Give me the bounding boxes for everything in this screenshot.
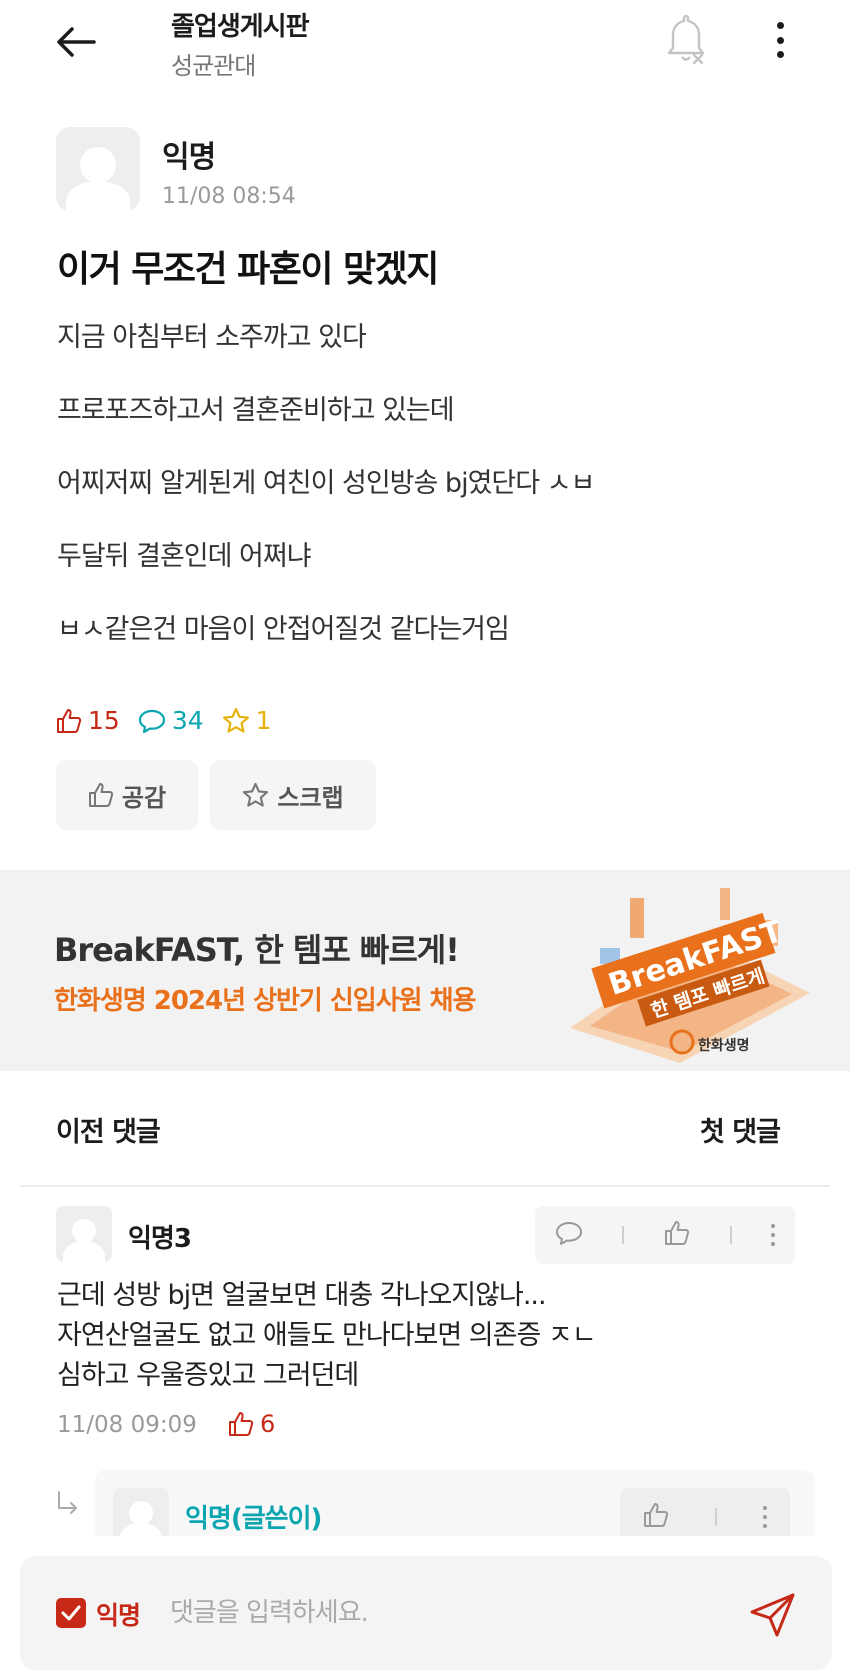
like-count-value: 15 bbox=[88, 706, 120, 735]
reply-arrow-icon bbox=[58, 1491, 77, 1514]
like-button[interactable]: 공감 bbox=[56, 760, 198, 830]
reply-like-button[interactable] bbox=[643, 1502, 669, 1532]
post-body-line: ㅂㅅ같은건 마음이 안접어질것 같다는거임 bbox=[57, 614, 510, 645]
separator bbox=[729, 1226, 732, 1244]
ad-brand-name: 한화생명 bbox=[698, 1037, 750, 1054]
ad-banner[interactable]: BreakFAST, 한 템포 빠르게! 한화생명 2024년 상반기 신입사원… bbox=[0, 870, 850, 1071]
scrap-count-value: 1 bbox=[255, 706, 272, 735]
send-icon bbox=[750, 1593, 795, 1637]
notification-toggle-button[interactable] bbox=[664, 14, 710, 66]
comment-count-value: 34 bbox=[171, 706, 204, 735]
separator bbox=[715, 1508, 717, 1526]
scrap-button-label: 스크랩 bbox=[277, 783, 344, 812]
reply-actions bbox=[620, 1488, 790, 1536]
post-author-name: 익명 bbox=[162, 140, 216, 175]
reply-author-avatar bbox=[113, 1488, 169, 1536]
comment-like-value: 6 bbox=[260, 1410, 276, 1438]
comment-input[interactable] bbox=[170, 1586, 730, 1640]
post-body-line: 프로포즈하고서 결혼준비하고 있는데 bbox=[57, 395, 455, 426]
thumbs-up-icon bbox=[57, 708, 82, 733]
comment-body-line: 자연산얼굴도 없고 애들도 만나다보면 의존증 ㅈㄴ bbox=[57, 1320, 597, 1351]
reply-author-name: 익명(글쓴이) bbox=[185, 1504, 322, 1534]
ad-headline: BreakFAST, 한 템포 빠르게! bbox=[54, 931, 460, 969]
anonymous-checkbox[interactable] bbox=[56, 1598, 86, 1628]
thumbs-up-icon bbox=[229, 1412, 254, 1436]
first-comment-link[interactable]: 첫 댓글 bbox=[700, 1110, 781, 1149]
more-vertical-icon bbox=[763, 1506, 767, 1510]
thumbs-up-icon bbox=[664, 1221, 690, 1245]
more-vertical-icon bbox=[776, 22, 784, 29]
send-button[interactable] bbox=[748, 1590, 798, 1640]
like-count: 15 bbox=[56, 706, 120, 735]
more-vertical-icon bbox=[771, 1224, 776, 1228]
previous-comments-link[interactable]: 이전 댓글 bbox=[56, 1110, 161, 1149]
back-arrow-icon bbox=[57, 27, 96, 57]
comment-body-line: 근데 성방 bj면 얼굴보면 대충 각나오지않나... bbox=[57, 1280, 547, 1311]
reply-button[interactable] bbox=[555, 1220, 583, 1250]
star-icon bbox=[243, 782, 269, 807]
post-body-line: 어찌저찌 알게된게 여친이 성인방송 bj였단다 ㅅㅂ bbox=[57, 468, 595, 499]
divider bbox=[20, 1185, 830, 1187]
comment-input-bar: 익명 bbox=[20, 1556, 832, 1670]
checkmark-icon bbox=[61, 1605, 81, 1621]
comment-more-button[interactable] bbox=[771, 1224, 776, 1246]
comment-count: 34 bbox=[138, 706, 204, 735]
separator bbox=[622, 1226, 625, 1244]
comment-bubble-icon bbox=[555, 1222, 582, 1245]
ad-illustration: BreakFAST 한 템포 빠르게 한화생명 bbox=[570, 888, 810, 1063]
post-stats: 15 34 1 bbox=[56, 706, 272, 735]
post-body-line: 지금 아침부터 소주까고 있다 bbox=[57, 322, 367, 353]
post-body-line: 두달뒤 결혼인데 어쩌냐 bbox=[57, 541, 312, 572]
post-timestamp: 11/08 08:54 bbox=[162, 184, 296, 209]
post-author-avatar bbox=[56, 127, 140, 211]
comment-timestamp: 11/08 09:09 bbox=[57, 1412, 197, 1438]
comment-body: 근데 성방 bj면 얼굴보면 대충 각나오지않나... 자연산얼굴도 없고 애들… bbox=[57, 1276, 797, 1396]
comment-body-line: 심하고 우울증있고 그러던데 bbox=[57, 1360, 359, 1391]
post-body: 지금 아침부터 소주까고 있다 프로포즈하고서 결혼준비하고 있는데 어찌저찌 … bbox=[57, 315, 797, 680]
reply-comment: 익명(글쓴이) bbox=[95, 1470, 815, 1536]
comment-actions bbox=[535, 1206, 795, 1264]
board-title: 졸업생게시판 bbox=[171, 12, 310, 42]
scrap-button[interactable]: 스크랩 bbox=[210, 760, 376, 830]
thumbs-up-icon bbox=[88, 783, 114, 807]
more-options-button[interactable] bbox=[766, 18, 794, 62]
comment-like-button[interactable] bbox=[664, 1220, 690, 1250]
ad-subline: 한화생명 2024년 상반기 신입사원 채용 bbox=[54, 986, 476, 1016]
board-subtitle: 성균관대 bbox=[171, 52, 256, 80]
scrap-count: 1 bbox=[222, 706, 272, 735]
notification-off-icon bbox=[667, 14, 705, 65]
thumbs-up-icon bbox=[644, 1503, 669, 1527]
reply-more-button[interactable] bbox=[763, 1506, 767, 1528]
back-button[interactable] bbox=[56, 18, 112, 66]
comment-bubble-icon bbox=[138, 709, 165, 733]
comment-like-count: 6 bbox=[228, 1410, 275, 1438]
comment-author-name: 익명3 bbox=[128, 1224, 192, 1254]
star-icon bbox=[222, 707, 249, 733]
post-title: 이거 무조건 파혼이 맞겠지 bbox=[57, 249, 439, 290]
anonymous-label[interactable]: 익명 bbox=[96, 1596, 141, 1632]
comment-author-avatar bbox=[56, 1206, 112, 1262]
top-bar: 졸업생게시판 성균관대 bbox=[0, 0, 850, 100]
like-button-label: 공감 bbox=[121, 783, 167, 812]
